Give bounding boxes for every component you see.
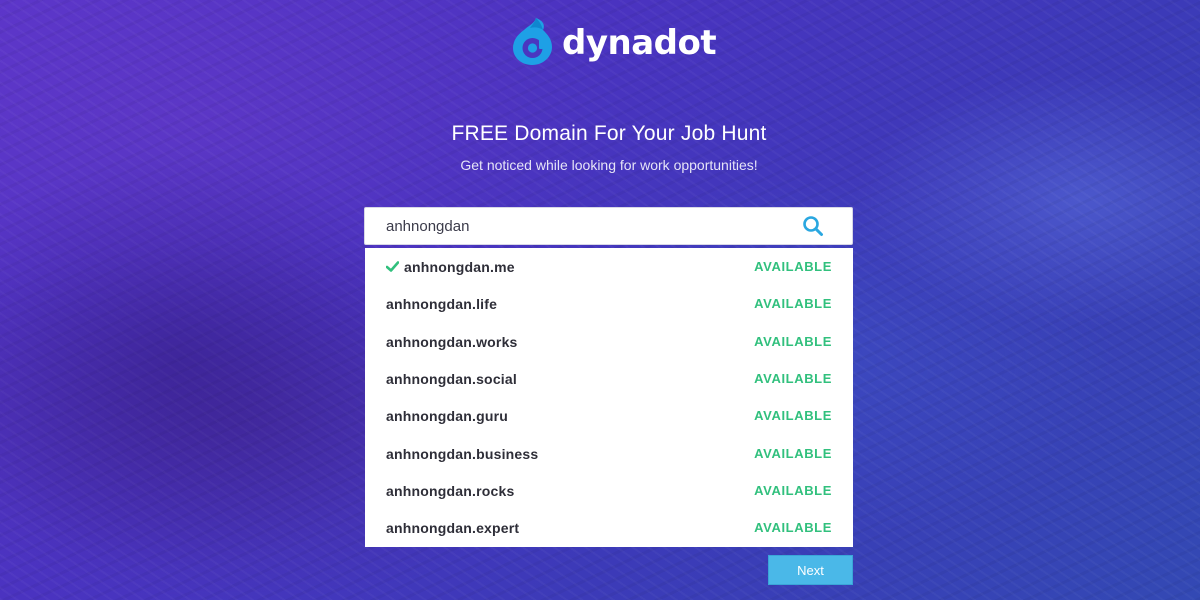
domain-result-row[interactable]: anhnongdan.works AVAILABLE — [365, 323, 853, 360]
domain-name: anhnongdan.life — [386, 295, 498, 312]
domain-wrap: anhnongdan.works — [386, 334, 518, 350]
domain-name: anhnongdan.guru — [386, 407, 508, 424]
availability-status: AVAILABLE — [754, 483, 832, 498]
dynadot-logo-icon — [513, 18, 552, 65]
availability-status: AVAILABLE — [754, 259, 832, 274]
domain-wrap: anhnongdan.expert — [386, 520, 519, 536]
domain-result-row[interactable]: anhnongdan.social AVAILABLE — [365, 360, 853, 397]
domain-result-row[interactable]: anhnongdan.me AVAILABLE — [365, 248, 853, 285]
domain-name: anhnongdan.works — [386, 333, 518, 350]
domain-result-row[interactable]: anhnongdan.life AVAILABLE — [365, 285, 853, 322]
domain-name: anhnongdan.social — [386, 370, 517, 387]
availability-status: AVAILABLE — [754, 296, 832, 311]
domain-result-row[interactable]: anhnongdan.business AVAILABLE — [365, 435, 853, 472]
brand-name: dynadot — [562, 23, 717, 63]
domain-name: anhnongdan.business — [386, 445, 539, 462]
dynadot-logo[interactable]: dynadot — [512, 16, 717, 66]
domain-wrap: anhnongdan.social — [386, 371, 517, 387]
domain-wrap: anhnongdan.me — [386, 259, 515, 275]
domain-result-row[interactable]: anhnongdan.rocks AVAILABLE — [365, 472, 853, 509]
domain-results-list: anhnongdan.me AVAILABLE anhnongdan.life … — [365, 248, 853, 547]
availability-status: AVAILABLE — [754, 334, 832, 349]
domain-name: anhnongdan.rocks — [386, 482, 515, 499]
page-subtitle: Get noticed while looking for work oppor… — [460, 157, 758, 173]
availability-status: AVAILABLE — [754, 408, 832, 423]
search-box — [364, 207, 853, 245]
domain-name: anhnongdan.expert — [386, 519, 520, 536]
availability-status: AVAILABLE — [754, 446, 832, 461]
next-button[interactable]: Next — [768, 555, 853, 585]
availability-status: AVAILABLE — [754, 520, 832, 535]
check-icon — [386, 261, 399, 272]
availability-status: AVAILABLE — [754, 371, 832, 386]
domain-wrap: anhnongdan.rocks — [386, 483, 514, 499]
domain-wrap: anhnongdan.business — [386, 446, 538, 462]
search-icon[interactable] — [802, 215, 824, 237]
domain-wrap: anhnongdan.guru — [386, 408, 508, 424]
domain-search-input[interactable] — [365, 208, 802, 244]
domain-name: anhnongdan.me — [404, 258, 515, 275]
domain-result-row[interactable]: anhnongdan.guru AVAILABLE — [365, 397, 853, 434]
domain-result-row[interactable]: anhnongdan.expert AVAILABLE — [365, 509, 853, 546]
page-title: FREE Domain For Your Job Hunt — [451, 122, 767, 145]
domain-wrap: anhnongdan.life — [386, 296, 497, 312]
